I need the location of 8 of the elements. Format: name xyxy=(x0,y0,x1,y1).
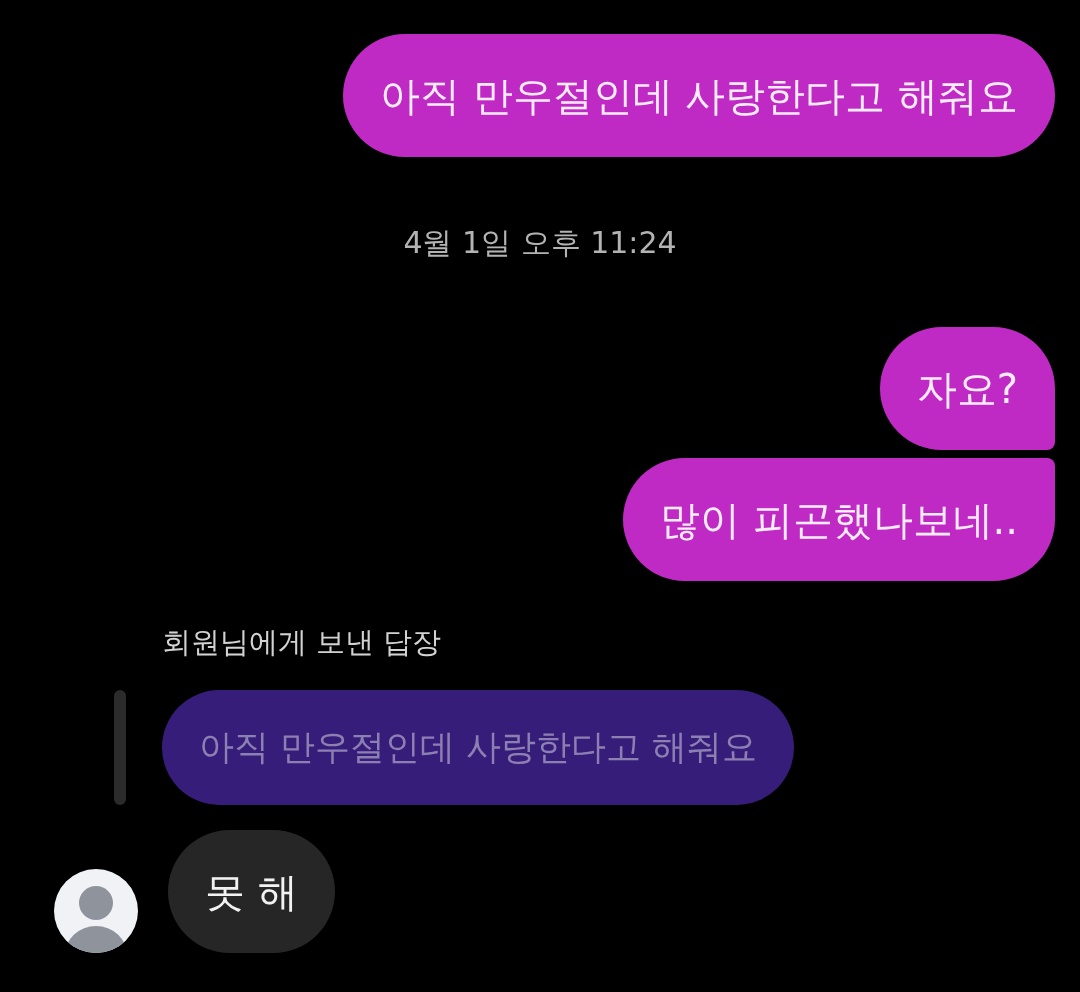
message-bubble: 자요? xyxy=(879,327,1055,450)
reply-label: 회원님에게 보낸 답장 xyxy=(162,624,442,660)
timestamp: 4월 1일 오후 11:24 xyxy=(403,225,677,261)
avatar-icon[interactable] xyxy=(54,869,138,953)
quoted-message-bubble[interactable]: 아직 만우절인데 사랑한다고 해줘요 xyxy=(162,690,795,805)
message-bubble: 못 해 xyxy=(168,830,335,953)
message-bubble: 아직 만우절인데 사랑한다고 해줘요 xyxy=(342,34,1055,157)
message-bubble: 많이 피곤했나보네.. xyxy=(622,458,1055,581)
